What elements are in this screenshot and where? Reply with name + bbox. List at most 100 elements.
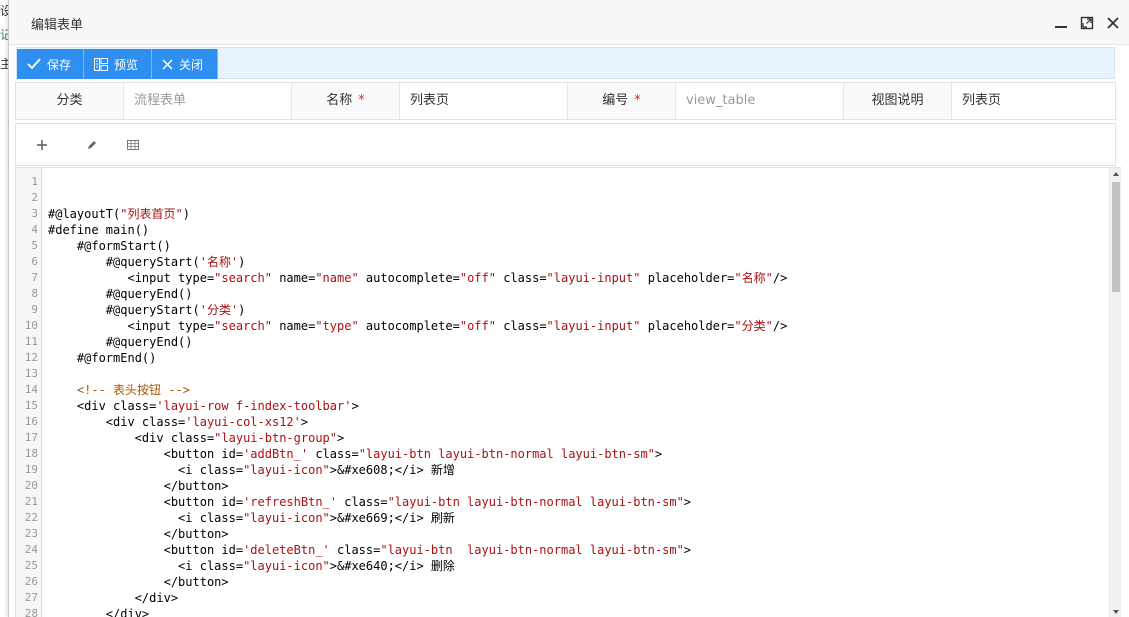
code-line-text: </button> (48, 527, 229, 541)
code-line-text: <i class="layui-icon">&#xe640;</i> 删除 (48, 559, 455, 573)
line-number: 11 (24, 335, 38, 348)
code-line: 17 <div class="layui-btn-group"> (16, 430, 1106, 446)
code-line: 5 #@formStart() (16, 238, 1106, 254)
code-line: 6 #@queryStart('名称') (16, 254, 1106, 270)
code-line: 16 <div class='layui-col-xs12'> (16, 414, 1106, 430)
code-line-text: <i class="layui-icon">&#xe669;</i> 刷新 (48, 511, 455, 525)
line-number: 20 (24, 479, 38, 492)
line-number: 23 (24, 527, 38, 540)
code-line-text: </button> (48, 479, 229, 493)
scroll-down-icon (1113, 610, 1119, 614)
code-line: 2 (16, 190, 1106, 206)
code-line: 4 #define main() (16, 222, 1106, 238)
line-number: 5 (31, 239, 38, 252)
line-number: 3 (31, 207, 38, 220)
code-line-text: <button id='deleteBtn_' class="layui-btn… (48, 543, 692, 557)
code-line: 3 #@layoutT("列表首页") (16, 206, 1106, 222)
code-line-text: <button id='addBtn_' class="layui-btn la… (48, 447, 663, 461)
maximize-icon[interactable] (1079, 15, 1095, 31)
code-line: 12 #@formEnd() (16, 350, 1106, 366)
code-line-text: </button> (48, 575, 229, 589)
code-line-text: <input type="search" name="type" autocom… (48, 319, 788, 333)
code-line: 22 <i class="layui-icon">&#xe669;</i> 刷新 (16, 510, 1106, 526)
line-number: 25 (24, 559, 38, 572)
line-number: 26 (24, 575, 38, 588)
line-number: 9 (31, 303, 38, 316)
code-line: 11 #@queryEnd() (16, 334, 1106, 350)
line-number: 6 (31, 255, 38, 268)
line-number: 21 (24, 495, 38, 508)
line-number: 16 (24, 415, 38, 428)
code-line-text: <div class="layui-btn-group"> (48, 431, 345, 445)
edit-form-dialog: 编辑表单 保存 预览 关闭 分类 流程表单 名称 * 列表页 编号 * view… (8, 0, 1129, 617)
scroll-up-icon (1113, 172, 1119, 176)
code-line-text: #@formStart() (48, 239, 171, 253)
close-icon[interactable] (1105, 15, 1121, 31)
line-number: 14 (24, 383, 38, 396)
code-line: 8 #@queryEnd() (16, 286, 1106, 302)
line-number: 13 (24, 367, 38, 380)
line-number: 8 (31, 287, 38, 300)
code-line-text: #@queryEnd() (48, 287, 193, 301)
category-label: 分类 (16, 83, 124, 119)
line-number: 15 (24, 399, 38, 412)
save-button[interactable]: 保存 (17, 49, 84, 79)
code-editor[interactable]: 1 2 3 #@layoutT("列表首页") 4 #define main() 5 #@f… (15, 167, 1121, 617)
code-line-text: #define main() (48, 223, 150, 237)
code-label: 编号 * (568, 83, 676, 119)
action-toolbar: 保存 预览 关闭 (16, 47, 1115, 79)
line-number: 4 (31, 223, 38, 236)
code-line: 1 (16, 174, 1106, 190)
line-number: 1 (31, 175, 38, 188)
code-line-text: </div> (48, 591, 179, 605)
line-number: 28 (24, 607, 38, 617)
code-line: 21 <button id='refreshBtn_' class="layui… (16, 494, 1106, 510)
code-line-text: <button id='refreshBtn_' class="layui-bt… (48, 495, 692, 509)
line-number: 7 (31, 271, 38, 284)
line-number: 27 (24, 591, 38, 604)
scroll-thumb[interactable] (1112, 182, 1120, 292)
code-line-text: <div class='layui-row f-index-toolbar'> (48, 399, 359, 413)
pencil-icon[interactable] (83, 136, 101, 154)
preview-button[interactable]: 预览 (84, 49, 152, 79)
line-number: 22 (24, 511, 38, 524)
code-line: 19 <i class="layui-icon">&#xe608;</i> 新增 (16, 462, 1106, 478)
code-line: 13 (16, 366, 1106, 382)
table-icon[interactable] (124, 136, 142, 154)
plus-icon[interactable] (33, 136, 51, 154)
code-line: 26 </button> (16, 574, 1106, 590)
preview-icon (94, 57, 108, 71)
line-number: 2 (31, 191, 38, 204)
minimize-icon[interactable] (1053, 15, 1069, 31)
description-input[interactable]: 列表页 (952, 83, 1115, 119)
close-button[interactable]: 关闭 (152, 49, 218, 79)
line-number: 12 (24, 351, 38, 364)
vertical-scrollbar[interactable] (1109, 168, 1121, 617)
code-line-text: <!-- 表头按钮 --> (76, 383, 190, 397)
dialog-title: 编辑表单 (31, 18, 84, 33)
code-line: 25 <i class="layui-icon">&#xe640;</i> 删除 (16, 558, 1106, 574)
category-select[interactable]: 流程表单 (124, 83, 292, 119)
code-line-text: #@queryStart('名称') (48, 255, 246, 269)
code-line: 28 </div> (16, 606, 1106, 617)
editor-toolbar (15, 123, 1116, 166)
code-line-text: #@formEnd() (48, 351, 157, 365)
code-line-text: <i class="layui-icon">&#xe608;</i> 新增 (48, 463, 455, 477)
code-line: 15 <div class='layui-row f-index-toolbar… (16, 398, 1106, 414)
close-button-label: 关闭 (179, 57, 204, 72)
dialog-titlebar: 编辑表单 (9, 0, 1129, 45)
line-number: 24 (24, 543, 38, 556)
code-input[interactable]: view_table (676, 83, 844, 119)
x-icon (162, 58, 173, 70)
code-line: 23 </button> (16, 526, 1106, 542)
name-input[interactable]: 列表页 (400, 83, 568, 119)
code-line-text: #@queryStart('分类') (48, 303, 246, 317)
code-line: 18 <button id='addBtn_' class="layui-btn… (16, 446, 1106, 462)
code-line-text: <div class='layui-col-xs12'> (48, 415, 309, 429)
line-number: 19 (24, 463, 38, 476)
code-line-text: <input type="search" name="name" autocom… (48, 271, 788, 285)
description-label: 视图说明 (844, 83, 952, 119)
code-line-text: </div> (48, 607, 150, 617)
line-number: 18 (24, 447, 38, 460)
code-line-text: #@layoutT("列表首页") (48, 207, 190, 221)
